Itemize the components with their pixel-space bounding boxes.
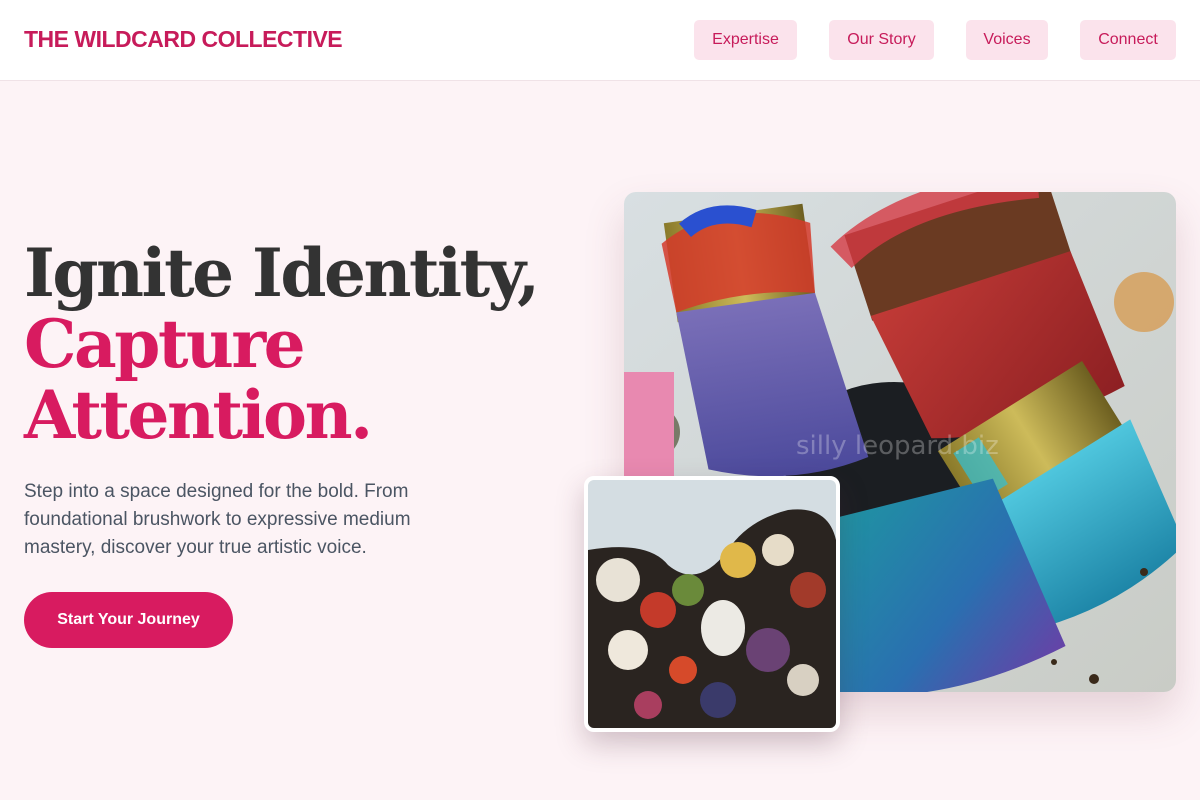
paint-palette-image [584,476,840,732]
hero-title-line3: Attention. [24,376,373,454]
hero-subtitle: Step into a space designed for the bold.… [24,481,411,558]
hero-title-line2: Capture [24,305,306,383]
site-header: THE WILDCARD COLLECTIVE Expertise Our St… [0,0,1200,81]
nav-our-story-button[interactable]: Our Story [829,20,934,60]
nav-voices-button[interactable]: Voices [966,20,1048,60]
hero-title: Ignite Identity, Capture Attention. [24,234,540,454]
watermark-text: silly leopard.biz [796,431,999,461]
brand-logo[interactable]: THE WILDCARD COLLECTIVE [24,26,343,53]
nav-expertise-button[interactable]: Expertise [694,20,797,60]
nav-connect-button[interactable]: Connect [1080,20,1176,60]
start-journey-button[interactable]: Start Your Journey [24,592,233,648]
hero-title-line1: Ignite Identity, [24,234,540,312]
